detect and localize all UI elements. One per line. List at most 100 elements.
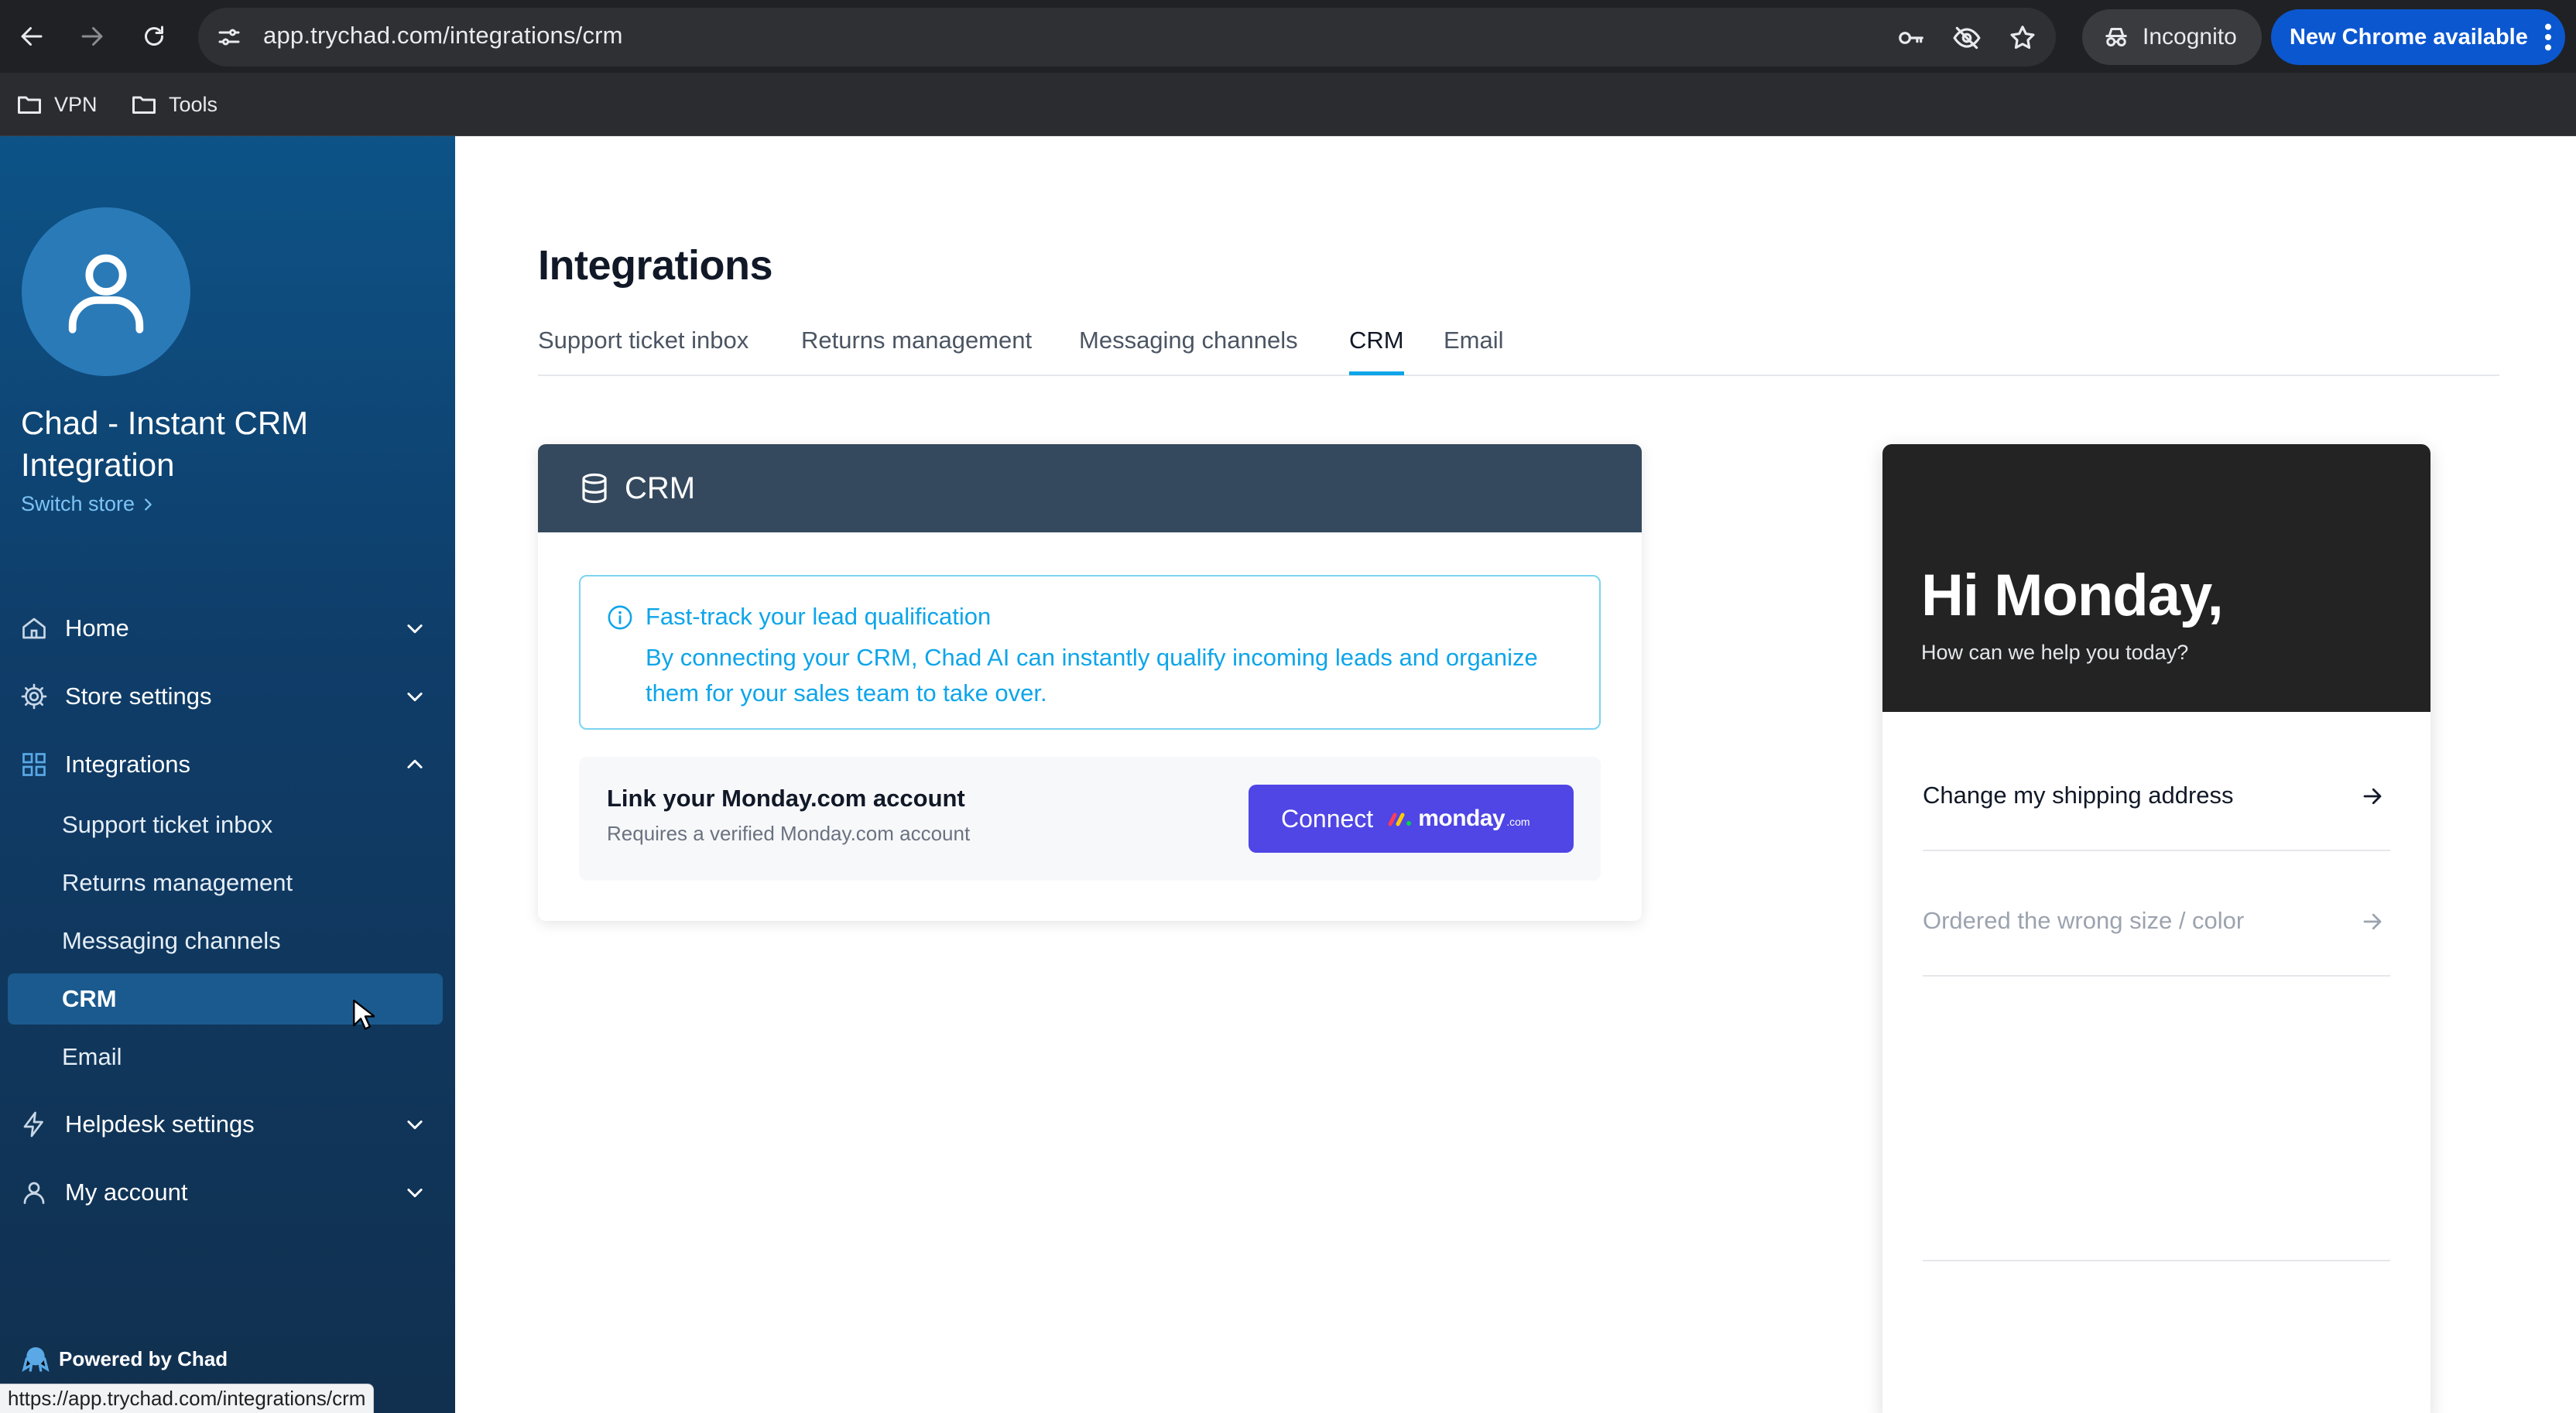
- forward-button[interactable]: [73, 17, 111, 56]
- bookmark-folder-vpn[interactable]: VPN: [15, 87, 98, 122]
- address-bar[interactable]: app.trychad.com/integrations/crm: [198, 8, 2056, 67]
- chevron-up-icon: [407, 759, 423, 768]
- tab-email[interactable]: Email: [1444, 327, 1504, 371]
- store-name: Chad - Instant CRM Integration: [21, 405, 309, 483]
- grid-icon: [20, 751, 48, 778]
- monday-link-panel: Link your Monday.com account Requires a …: [579, 757, 1601, 881]
- reload-icon: [145, 26, 163, 46]
- more-vertical-icon[interactable]: [2542, 22, 2554, 53]
- sidebar-item-label: Store settings: [65, 683, 212, 710]
- widget-option-change-shipping-address[interactable]: [1923, 1156, 2390, 1261]
- tab-returns-management[interactable]: Returns management: [801, 327, 1032, 371]
- widget-greeting: Hi Monday,: [1921, 563, 2224, 628]
- reload-button[interactable]: [135, 17, 173, 56]
- monday-wordmark-suffix: .com: [1506, 816, 1530, 828]
- sidebar-item-my-account[interactable]: My account: [8, 1167, 443, 1218]
- sidebar-item-integrations[interactable]: Integrations: [8, 739, 443, 790]
- url-text[interactable]: app.trychad.com/integrations/crm: [263, 22, 623, 50]
- sidebar-subitem-crm[interactable]: CRM: [8, 973, 443, 1025]
- monday-wordmark: monday: [1418, 806, 1506, 831]
- chevron-down-icon: [407, 1120, 423, 1130]
- bookmark-label: Tools: [169, 92, 218, 116]
- chat-widget-preview: Hi Monday, How can we help you today? Ch…: [1882, 444, 2430, 1413]
- sidebar-subitem-label: Email: [62, 1043, 122, 1070]
- key-icon[interactable]: [1896, 23, 1926, 53]
- link-title: Link your Monday.com account: [607, 785, 965, 812]
- powered-by-label: Powered by Chad: [59, 1346, 228, 1370]
- arrow-right-icon: [2363, 788, 2382, 805]
- folder-icon: [18, 96, 41, 114]
- browser-toolbar: app.trychad.com/integrations/crm Incogni…: [0, 0, 2576, 73]
- eye-off-icon[interactable]: [1952, 23, 1982, 53]
- gear-icon: [20, 683, 48, 710]
- widget-header: Hi Monday, How can we help you today?: [1882, 444, 2430, 712]
- monday-logo: monday .com: [1387, 806, 1530, 832]
- database-icon: [582, 473, 607, 504]
- sidebar-item-label: Home: [65, 614, 129, 641]
- sidebar-item-label: Integrations: [65, 751, 190, 778]
- forward-arrow-icon: [81, 27, 103, 46]
- tab-support-ticket-inbox[interactable]: Support ticket inbox: [538, 327, 748, 371]
- incognito-indicator[interactable]: Incognito: [2082, 9, 2262, 65]
- tab-messaging-channels[interactable]: Messaging channels: [1079, 327, 1298, 371]
- sidebar-subitem-label: Support ticket inbox: [62, 811, 273, 838]
- site-settings-icon[interactable]: [215, 23, 243, 51]
- integrations-tabs: Support ticket inbox Returns management …: [538, 316, 2499, 376]
- bookmark-folder-tools[interactable]: Tools: [130, 87, 218, 122]
- powered-by-chad-link[interactable]: Powered by Chad: [20, 1343, 228, 1374]
- chad-logo-icon: [22, 1347, 50, 1372]
- sidebar-item-helpdesk-settings[interactable]: Helpdesk settings: [8, 1099, 443, 1150]
- back-button[interactable]: [12, 17, 51, 56]
- sidebar-subitem-returns-management[interactable]: Returns management: [8, 857, 443, 908]
- chevron-down-icon: [407, 1189, 423, 1198]
- info-body: By connecting your CRM, Chad AI can inst…: [646, 644, 1538, 706]
- folder-icon: [132, 96, 156, 114]
- bookmarks-bar: VPN Tools: [0, 73, 2576, 136]
- sidebar-subitem-label: CRM: [62, 985, 117, 1012]
- lightning-icon: [20, 1110, 48, 1138]
- home-icon: [20, 614, 48, 642]
- page-title: Integrations: [538, 242, 773, 289]
- back-arrow-icon: [21, 27, 43, 46]
- info-icon: [608, 605, 632, 630]
- connect-monday-button[interactable]: Connect monday .com: [1249, 785, 1574, 853]
- sidebar-item-label: My account: [65, 1179, 188, 1206]
- widget-option-wrong-size-color[interactable]: Ordered the wrong size / color: [1923, 871, 2390, 977]
- sidebar-item-store-settings[interactable]: Store settings: [8, 671, 443, 722]
- incognito-icon: [2105, 28, 2127, 46]
- widget-option-label: Change my shipping address: [1923, 782, 2234, 809]
- tab-crm[interactable]: CRM: [1349, 327, 1404, 375]
- new-chrome-available-button[interactable]: New Chrome available: [2271, 9, 2565, 65]
- sidebar-item-home[interactable]: Home: [8, 603, 443, 654]
- info-title: Fast-track your lead qualification: [646, 603, 992, 630]
- status-url: https://app.trychad.com/integrations/crm: [8, 1387, 366, 1410]
- chevron-right-icon: [145, 498, 152, 511]
- connect-label: Connect: [1281, 804, 1374, 833]
- monday-logo-icon: [1388, 813, 1412, 826]
- user-icon: [20, 1179, 48, 1206]
- arrow-right-icon: [2363, 913, 2382, 930]
- chevron-down-icon: [407, 624, 423, 634]
- sidebar-subitem-support-ticket-inbox[interactable]: Support ticket inbox: [8, 799, 443, 850]
- widget-option-label: Ordered the wrong size / color: [1923, 907, 2245, 934]
- crm-card-header: CRM: [538, 444, 1642, 532]
- widget-option-change-shipping-address[interactable]: Change my shipping address: [1923, 746, 2390, 851]
- sidebar: Chad - Instant CRM Integration Switch st…: [0, 136, 455, 1413]
- star-icon[interactable]: [2008, 23, 2037, 53]
- crm-card: CRM Fast-track your lead qualification B…: [538, 444, 1642, 921]
- avatar[interactable]: [22, 207, 190, 376]
- chevron-down-icon: [407, 693, 423, 702]
- link-subtitle: Requires a verified Monday.com account: [607, 822, 971, 845]
- switch-store-link[interactable]: Switch store: [21, 492, 156, 516]
- sidebar-item-label: Helpdesk settings: [65, 1110, 255, 1138]
- info-callout: Fast-track your lead qualification By co…: [579, 575, 1601, 730]
- bookmark-label: VPN: [54, 92, 98, 116]
- widget-subtitle: How can we help you today?: [1921, 641, 2189, 664]
- incognito-label: Incognito: [2143, 24, 2237, 50]
- user-avatar-icon: [68, 254, 144, 334]
- crm-card-title: CRM: [625, 470, 696, 505]
- sidebar-subitem-messaging-channels[interactable]: Messaging channels: [8, 915, 443, 967]
- switch-store-label: Switch store: [21, 492, 135, 515]
- sidebar-subitem-email[interactable]: Email: [8, 1032, 443, 1083]
- mouse-cursor-icon: [353, 999, 375, 1030]
